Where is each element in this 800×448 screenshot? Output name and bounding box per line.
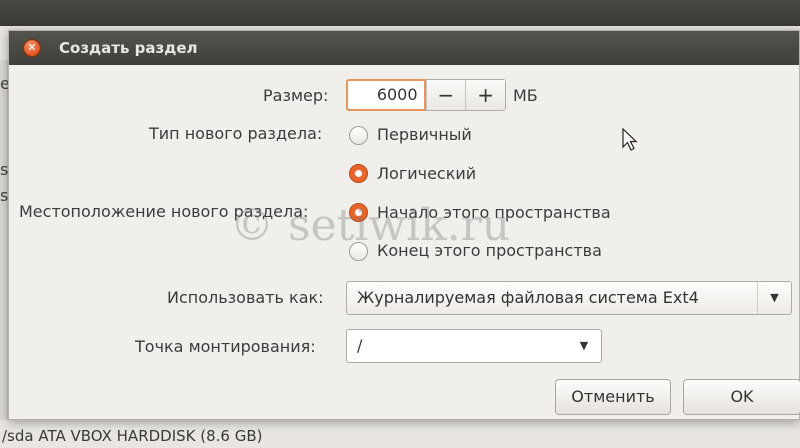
mount-point-combo[interactable]: / ▼: [346, 329, 602, 363]
size-input[interactable]: 6000: [346, 79, 426, 111]
size-increase-button[interactable]: +: [465, 80, 505, 110]
ok-button[interactable]: OK: [683, 379, 800, 415]
use-as-label: Использовать как:: [167, 288, 324, 307]
radio-beginning-label[interactable]: Начало этого пространства: [377, 203, 611, 222]
create-partition-dialog: ✕ Создать раздел Размер: 6000 − + МБ Тип…: [8, 30, 800, 420]
radio-beginning[interactable]: [349, 203, 368, 222]
radio-logical[interactable]: [349, 164, 368, 183]
background-fragment: s: [0, 160, 8, 179]
close-icon[interactable]: ✕: [23, 39, 41, 57]
mount-point-label: Точка монтирования:: [135, 337, 316, 356]
background-left-strip: [0, 60, 8, 420]
radio-primary[interactable]: [349, 126, 368, 145]
chevron-down-icon[interactable]: ▼: [567, 330, 601, 362]
size-decrease-button[interactable]: −: [425, 80, 466, 110]
chevron-down-icon[interactable]: ▼: [757, 282, 791, 314]
background-fragment: s: [0, 186, 8, 205]
location-label: Местоположение нового раздела:: [19, 202, 309, 221]
partition-type-label: Тип нового раздела:: [149, 124, 323, 143]
background-top-bar: [0, 0, 800, 26]
mouse-pointer-icon: [622, 128, 638, 151]
radio-logical-label[interactable]: Логический: [377, 164, 476, 183]
size-label: Размер:: [263, 86, 329, 105]
dialog-titlebar: ✕ Создать раздел: [9, 31, 799, 65]
radio-end-label[interactable]: Конец этого пространства: [377, 241, 602, 260]
cancel-button[interactable]: Отменить: [555, 379, 671, 415]
filesystem-value: Журналируемая файловая система Ext4: [357, 288, 699, 307]
size-spinbutton[interactable]: 6000 − +: [346, 79, 506, 111]
radio-primary-label[interactable]: Первичный: [377, 125, 472, 144]
size-unit: МБ: [513, 86, 538, 105]
filesystem-combo[interactable]: Журналируемая файловая система Ext4 ▼: [346, 281, 792, 315]
radio-end[interactable]: [349, 242, 368, 261]
dialog-title: Создать раздел: [59, 39, 198, 57]
disk-label[interactable]: /sda ATA VBOX HARDDISK (8.6 GB): [0, 424, 360, 448]
background-fragment: e: [0, 74, 8, 93]
mount-point-input[interactable]: /: [357, 330, 362, 362]
